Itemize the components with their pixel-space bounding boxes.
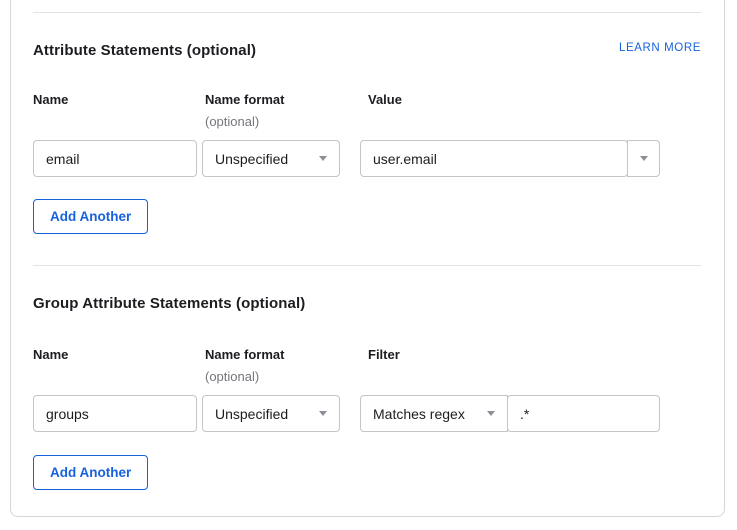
col-header-group-name-format: Name format [205, 347, 284, 362]
group-attribute-name-format-value: Unspecified [215, 406, 319, 422]
attribute-value-input[interactable] [360, 140, 628, 177]
group-filter-value-input[interactable] [507, 395, 660, 432]
attribute-value-dropdown-button[interactable] [627, 140, 660, 177]
section-divider-top [33, 12, 701, 13]
saml-settings-page: Attribute Statements (optional) LEARN MO… [0, 0, 737, 530]
col-header-filter: Filter [368, 347, 400, 362]
col-header-group-name-format-hint: (optional) [205, 369, 259, 384]
attribute-name-format-value: Unspecified [215, 151, 319, 167]
group-attribute-name-format-select[interactable]: Unspecified [202, 395, 340, 432]
caret-down-icon [487, 411, 495, 416]
add-another-attribute-button[interactable]: Add Another [33, 199, 148, 234]
caret-down-icon [319, 411, 327, 416]
group-filter-type-select[interactable]: Matches regex [360, 395, 508, 432]
group-filter-type-value: Matches regex [373, 406, 487, 422]
col-header-name-format: Name format [205, 92, 284, 107]
col-header-value: Value [368, 92, 402, 107]
section-divider-middle [33, 265, 701, 266]
add-another-group-attribute-button[interactable]: Add Another [33, 455, 148, 490]
attribute-statements-title: Attribute Statements (optional) [33, 42, 256, 59]
col-header-name-format-hint: (optional) [205, 114, 259, 129]
group-attribute-statements-title: Group Attribute Statements (optional) [33, 295, 305, 312]
attribute-name-format-select[interactable]: Unspecified [202, 140, 340, 177]
group-attribute-name-input[interactable] [33, 395, 197, 432]
attribute-name-input[interactable] [33, 140, 197, 177]
caret-down-icon [319, 156, 327, 161]
col-header-group-name: Name [33, 347, 68, 362]
settings-card [10, 0, 725, 517]
learn-more-link[interactable]: LEARN MORE [619, 42, 701, 54]
caret-down-icon [640, 156, 648, 161]
col-header-name: Name [33, 92, 68, 107]
